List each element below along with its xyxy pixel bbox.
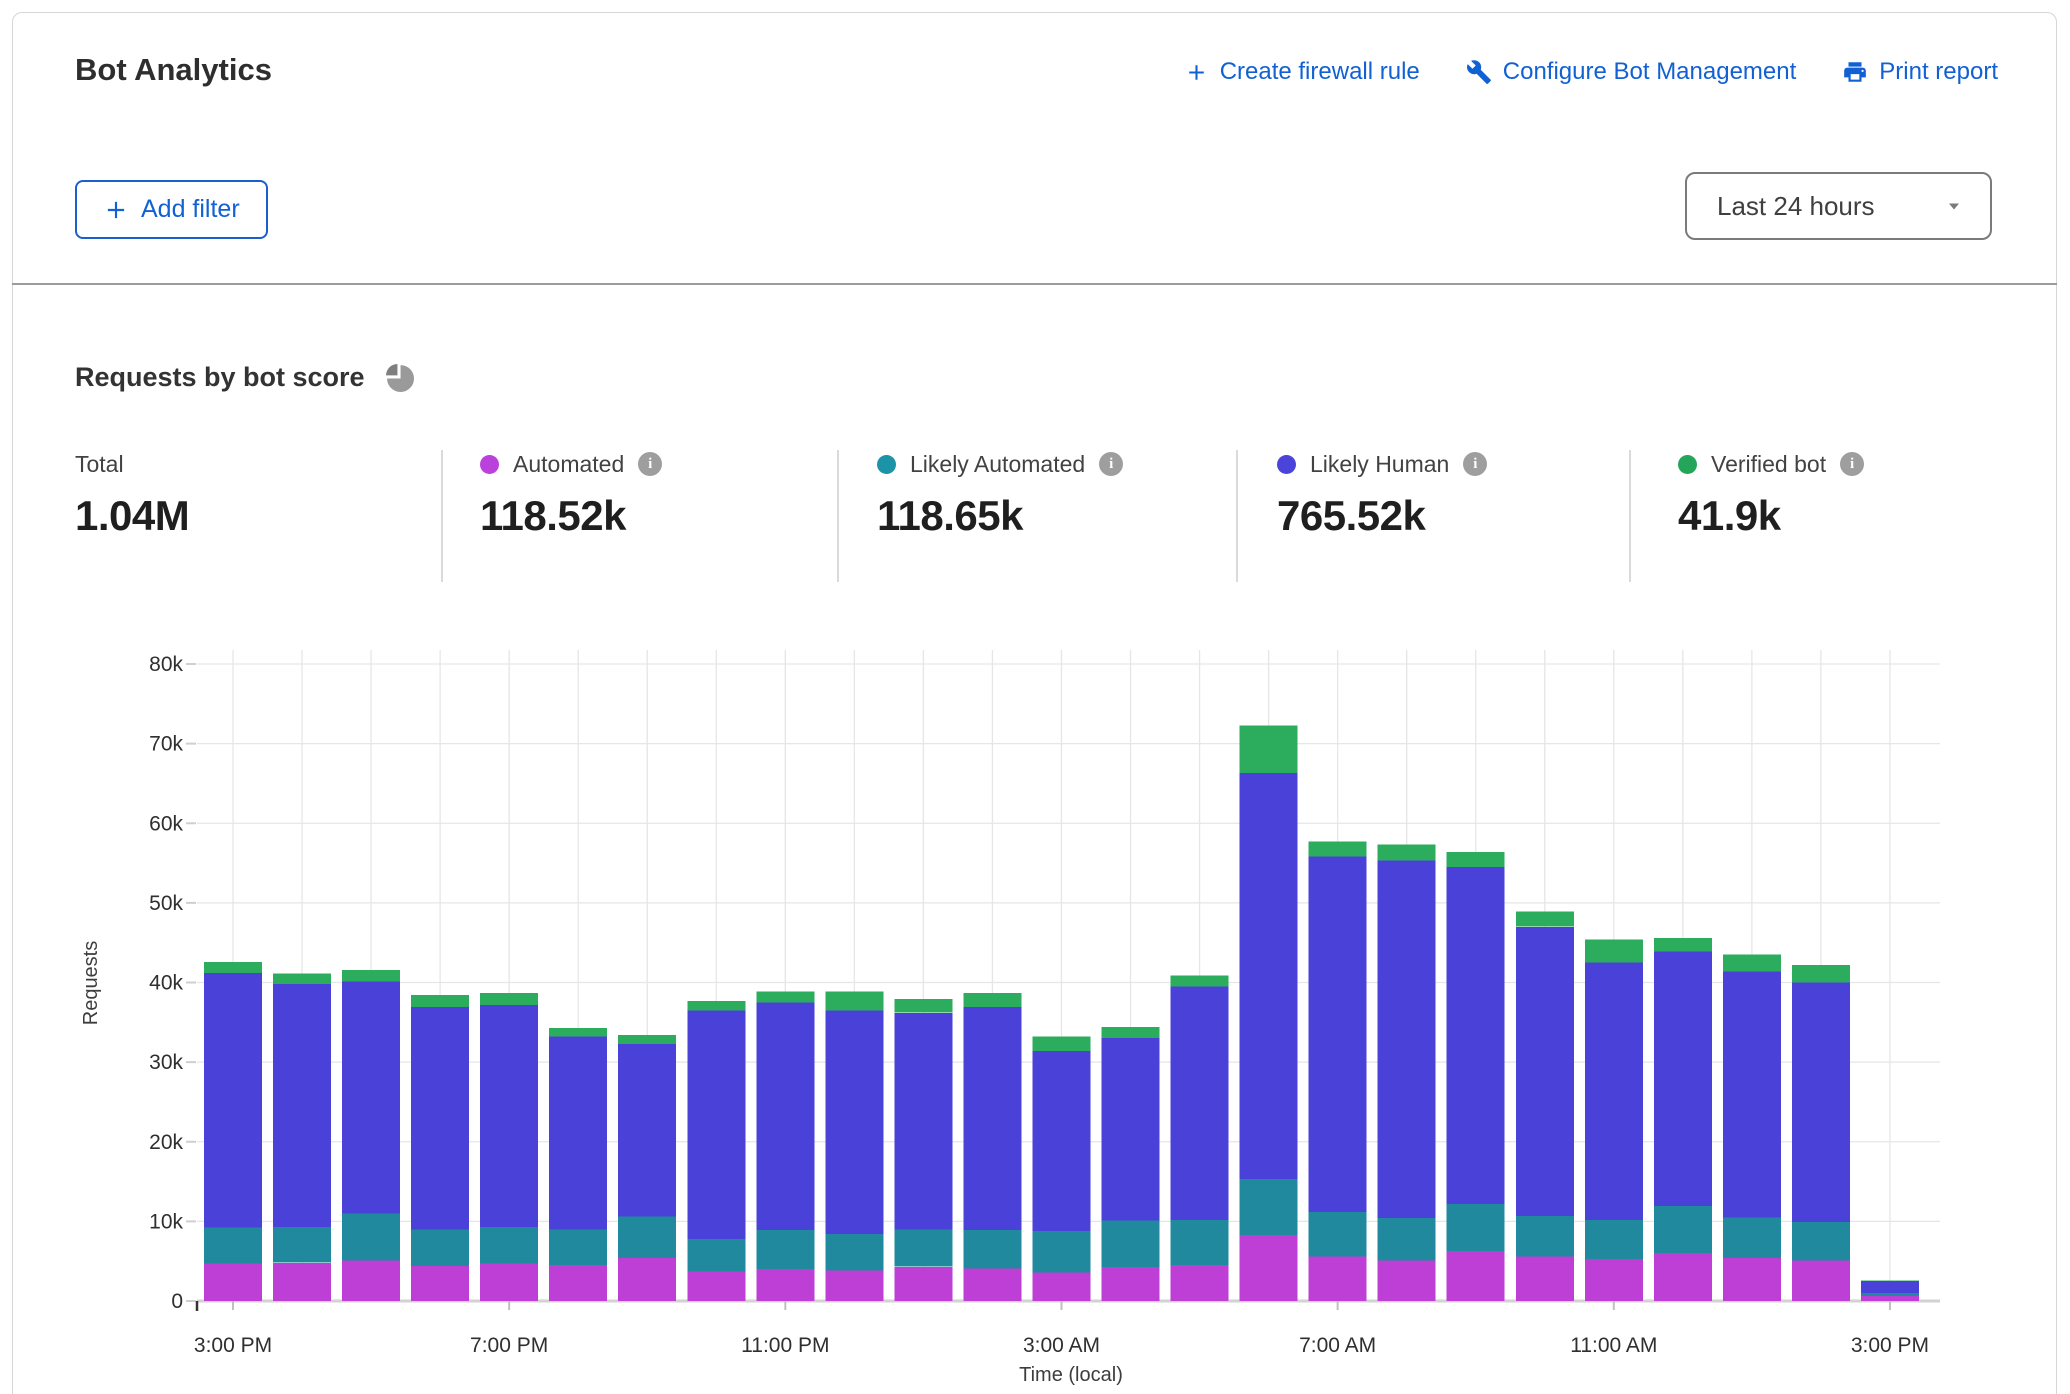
- bot-analytics-page: Bot Analytics Create firewall rule Confi…: [0, 0, 2070, 1394]
- print-report-link[interactable]: Print report: [1842, 58, 1998, 86]
- svg-text:80k: 80k: [149, 653, 183, 676]
- svg-text:30k: 30k: [149, 1051, 183, 1074]
- create-firewall-rule-link[interactable]: Create firewall rule: [1184, 58, 1420, 86]
- time-range-dropdown[interactable]: Last 24 hours: [1685, 172, 1992, 240]
- svg-text:50k: 50k: [149, 892, 183, 915]
- automated-dot: [480, 455, 499, 474]
- chevron-down-icon: [1942, 194, 1966, 218]
- stat-divider: [1236, 450, 1238, 582]
- svg-text:11:00 PM: 11:00 PM: [741, 1334, 829, 1357]
- add-filter-button[interactable]: Add filter: [75, 180, 268, 239]
- printer-icon: [1842, 59, 1868, 85]
- stat-value: 1.04M: [75, 492, 189, 540]
- configure-bot-management-link[interactable]: Configure Bot Management: [1466, 58, 1797, 86]
- plus-icon: [1184, 60, 1209, 85]
- stat-label: Likely Human: [1310, 451, 1449, 478]
- svg-text:7:00 PM: 7:00 PM: [470, 1334, 548, 1357]
- stat-divider: [1629, 450, 1631, 582]
- header-actions: Create firewall rule Configure Bot Manag…: [1184, 58, 1998, 86]
- stat-value: 765.52k: [1277, 492, 1487, 540]
- add-filter-label: Add filter: [141, 195, 240, 224]
- svg-text:3:00 AM: 3:00 AM: [1023, 1334, 1100, 1357]
- info-icon[interactable]: i: [1099, 452, 1123, 476]
- stat-automated: Automated i 118.52k: [480, 450, 662, 540]
- plus-icon: [103, 197, 129, 223]
- info-icon[interactable]: i: [638, 452, 662, 476]
- svg-text:Requests: Requests: [80, 941, 102, 1026]
- action-label: Configure Bot Management: [1503, 58, 1797, 86]
- stat-label: Automated: [513, 451, 624, 478]
- svg-text:10k: 10k: [149, 1210, 183, 1233]
- stat-likely-automated: Likely Automated i 118.65k: [877, 450, 1123, 540]
- section-heading: Requests by bot score: [75, 362, 414, 393]
- stat-verified-bot: Verified bot i 41.9k: [1678, 450, 1864, 540]
- action-label: Print report: [1879, 58, 1998, 86]
- stat-divider: [837, 450, 839, 582]
- info-icon[interactable]: i: [1463, 452, 1487, 476]
- info-icon[interactable]: i: [1840, 452, 1864, 476]
- svg-text:40k: 40k: [149, 972, 183, 995]
- time-range-value: Last 24 hours: [1717, 191, 1942, 222]
- svg-text:7:00 AM: 7:00 AM: [1299, 1334, 1376, 1357]
- verified-bot-dot: [1678, 455, 1697, 474]
- section-title: Requests by bot score: [75, 362, 365, 393]
- likely-human-dot: [1277, 455, 1296, 474]
- wrench-icon: [1466, 59, 1492, 85]
- pie-chart-icon: [385, 363, 414, 392]
- page-title: Bot Analytics: [75, 52, 272, 88]
- stat-total: Total 1.04M: [75, 450, 189, 540]
- svg-text:3:00 PM: 3:00 PM: [1851, 1334, 1929, 1357]
- svg-text:Time (local): Time (local): [1019, 1364, 1123, 1386]
- svg-text:3:00 PM: 3:00 PM: [194, 1334, 272, 1357]
- stat-label: Verified bot: [1711, 451, 1826, 478]
- stat-label: Likely Automated: [910, 451, 1085, 478]
- stat-value: 118.65k: [877, 492, 1123, 540]
- svg-text:11:00 AM: 11:00 AM: [1570, 1334, 1657, 1357]
- likely-automated-dot: [877, 455, 896, 474]
- stat-value: 118.52k: [480, 492, 662, 540]
- stat-likely-human: Likely Human i 765.52k: [1277, 450, 1487, 540]
- svg-text:0: 0: [171, 1290, 183, 1313]
- svg-text:20k: 20k: [149, 1131, 183, 1154]
- svg-text:70k: 70k: [149, 733, 183, 756]
- stat-divider: [441, 450, 443, 582]
- stat-value: 41.9k: [1678, 492, 1864, 540]
- requests-by-bot-score-chart: 0 10k 20k 30k 40k 50k 60k 70k 80k 3:00 PM 7:00 PM 1…: [0, 600, 2070, 1394]
- svg-text:60k: 60k: [149, 812, 183, 835]
- action-label: Create firewall rule: [1220, 58, 1420, 86]
- stat-label: Total: [75, 451, 124, 478]
- header-divider: [12, 283, 2057, 285]
